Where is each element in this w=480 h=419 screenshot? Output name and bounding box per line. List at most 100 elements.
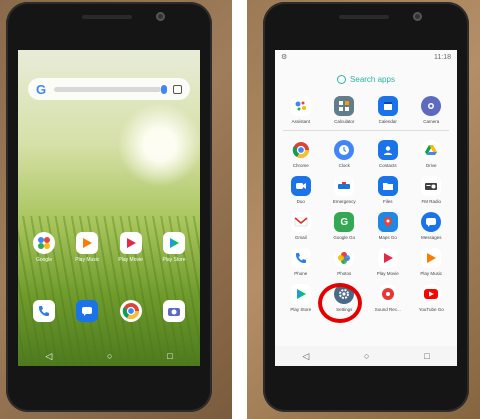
chrome-icon (119, 300, 142, 322)
mic-icon[interactable] (161, 84, 167, 94)
search-hint (54, 86, 161, 92)
app-label: Maps Go (378, 235, 397, 240)
contacts-icon (377, 140, 398, 160)
nav-bar: ◁ ○ □ (275, 346, 457, 366)
radio-icon (421, 176, 442, 196)
play-music-icon (76, 232, 99, 254)
app-assistant[interactable]: Assistant (279, 96, 323, 124)
settings-highlight-circle (318, 283, 362, 323)
app-duo[interactable]: Duo (279, 176, 323, 204)
app-label: Play Music (420, 271, 443, 276)
app-label: Play Movie (376, 271, 399, 276)
app-play-movie[interactable]: Play Movie (366, 248, 410, 276)
app-camera[interactable]: Camera (410, 96, 454, 124)
app-play-store[interactable]: Play Store (279, 284, 323, 312)
assistant-icon (290, 96, 311, 116)
app-label: Sound Rec... (374, 307, 401, 312)
left-phone: G Google Play Music Play Movie Play Stor… (6, 2, 212, 412)
calculator-icon (334, 96, 355, 116)
settings-gear-small-icon: ⚙ (281, 54, 288, 61)
home-screen: G Google Play Music Play Movie Play Stor… (18, 50, 200, 366)
app-sound-recorder[interactable]: Sound Rec... (366, 284, 410, 312)
app-files[interactable]: Files (366, 176, 410, 204)
lens-icon[interactable] (173, 84, 182, 94)
earpiece-speaker (82, 15, 132, 19)
suggestions-divider (283, 130, 449, 131)
right-phone: ⚙ 11:18 Search apps Assistant Calculator… (263, 2, 469, 412)
clock-icon (334, 140, 355, 160)
home-dock (24, 300, 194, 322)
app-fm-radio[interactable]: FM Radio (410, 176, 454, 204)
home-button[interactable]: ○ (107, 351, 112, 361)
app-chrome[interactable]: Chrome (279, 140, 323, 168)
front-camera-icon (413, 12, 422, 21)
app-play-store[interactable]: Play Store (154, 232, 194, 263)
app-phone[interactable]: Phone (279, 248, 323, 276)
app-label: Duo (296, 199, 305, 204)
photos-icon (334, 248, 355, 268)
app-messages[interactable]: Messages (410, 212, 454, 240)
status-time: 11:18 (434, 53, 451, 61)
app-photos[interactable]: Photos (323, 248, 367, 276)
search-apps-placeholder: Search apps (350, 74, 395, 84)
app-maps-go[interactable]: Maps Go (366, 212, 410, 240)
dock-camera[interactable] (154, 300, 194, 322)
app-label: Files (382, 199, 393, 204)
app-label: Play Movie (118, 257, 143, 263)
right-photo: ⚙ 11:18 Search apps Assistant Calculator… (247, 0, 480, 419)
app-label: YouTube Go (418, 307, 444, 312)
status-bar: ⚙ 11:18 (275, 50, 457, 64)
app-label: Gmail (294, 235, 307, 240)
play-movies-icon (119, 232, 142, 254)
app-contacts[interactable]: Contacts (366, 140, 410, 168)
app-label: Play Store (290, 307, 312, 312)
calendar-icon (377, 96, 398, 116)
photo-comparison: G Google Play Music Play Movie Play Stor… (0, 0, 480, 419)
earpiece-speaker (339, 15, 389, 19)
app-label: Assistant (291, 119, 310, 124)
app-label: Phone (294, 271, 308, 276)
app-clock[interactable]: Clock (323, 140, 367, 168)
back-button[interactable]: ◁ (45, 351, 52, 362)
app-calendar[interactable]: Calendar (366, 96, 410, 124)
play-movies-icon (377, 248, 398, 268)
recents-button[interactable]: □ (424, 351, 429, 361)
dock-phone[interactable] (24, 300, 64, 322)
dock-messages[interactable] (67, 300, 107, 322)
app-calculator[interactable]: Calculator (323, 96, 367, 124)
messages-icon (421, 212, 442, 232)
back-button[interactable]: ◁ (302, 351, 309, 362)
app-label: Play Store (162, 257, 186, 263)
app-label: Emergency (332, 199, 356, 204)
app-label: Calendar (378, 119, 397, 124)
dock-chrome[interactable] (111, 300, 151, 322)
app-emergency[interactable]: Emergency (323, 176, 367, 204)
sound-recorder-icon (377, 284, 398, 304)
google-search-bar[interactable]: G (28, 78, 190, 100)
app-label: Camera (423, 119, 440, 124)
app-play-music[interactable]: Play Music (67, 232, 107, 263)
google-go-icon: G (334, 212, 355, 232)
app-label: Play Music (75, 257, 100, 263)
app-google-go[interactable]: G Google Go (323, 212, 367, 240)
app-label: Messages (420, 235, 442, 240)
app-play-music[interactable]: Play Music (410, 248, 454, 276)
app-play-movie[interactable]: Play Movie (111, 232, 151, 263)
app-label: Calculator (334, 119, 355, 124)
maps-go-icon (377, 212, 398, 232)
files-icon (377, 176, 398, 196)
google-g-icon: G (36, 81, 47, 97)
app-label: Clock (338, 163, 350, 168)
chrome-icon (290, 140, 311, 160)
google-folder-icon (33, 232, 55, 254)
app-label: Drive (425, 163, 437, 168)
app-gmail[interactable]: Gmail (279, 212, 323, 240)
app-google-folder[interactable]: Google (24, 232, 64, 263)
duo-icon (290, 176, 311, 196)
app-label: Google Go (333, 235, 356, 240)
home-button[interactable]: ○ (364, 351, 369, 361)
app-youtube-go[interactable]: YouTube Go (410, 284, 454, 312)
search-apps-bar[interactable]: Search apps (275, 68, 457, 90)
app-drive[interactable]: Drive (410, 140, 454, 168)
recents-button[interactable]: □ (167, 351, 172, 361)
